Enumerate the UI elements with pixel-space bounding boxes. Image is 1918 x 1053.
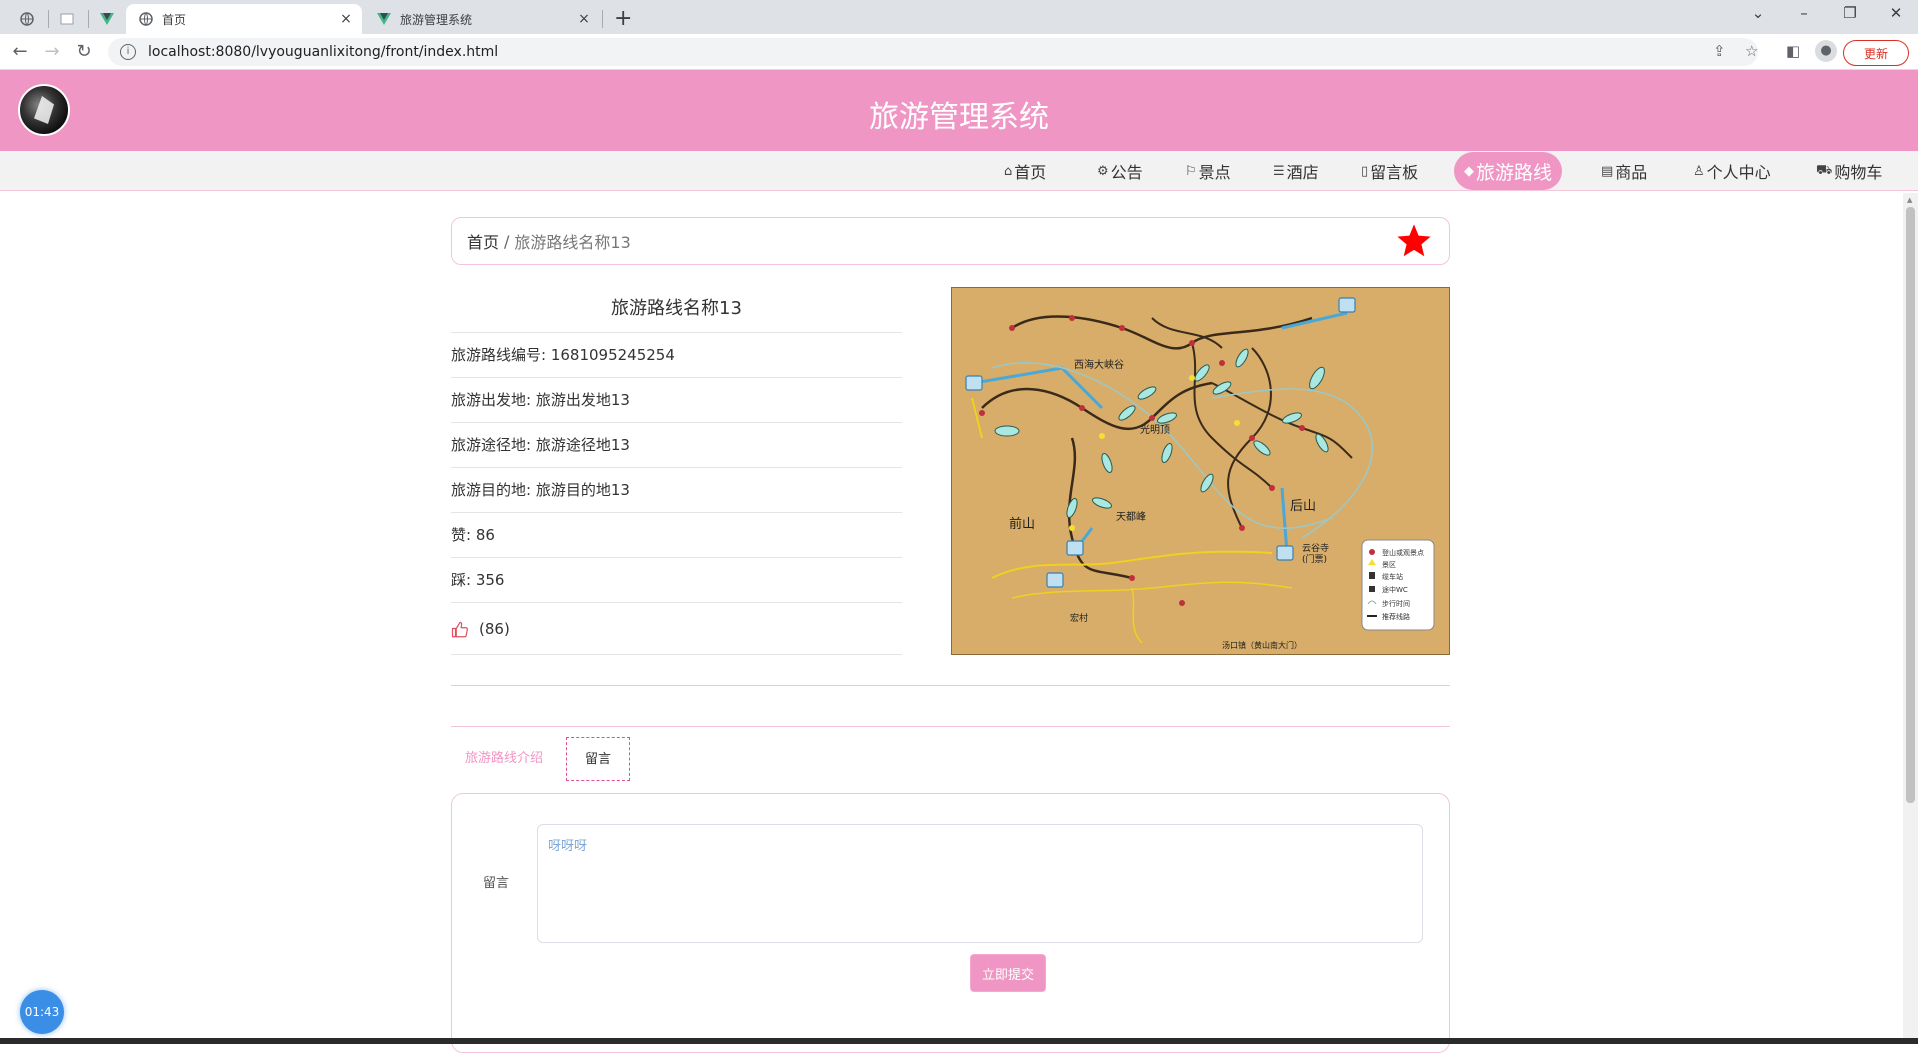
nav-item-scenic[interactable]: ⚐ 景点: [1185, 151, 1231, 191]
submit-button[interactable]: 立即提交: [970, 954, 1046, 992]
restore-icon[interactable]: ❐: [1830, 4, 1870, 22]
vue-icon: [376, 11, 392, 27]
thumbs-up-icon[interactable]: [451, 621, 469, 639]
reload-icon[interactable]: ↻: [72, 40, 96, 64]
info-icon[interactable]: i: [120, 44, 136, 60]
detail-row-dislikes: 踩: 356: [451, 558, 902, 603]
browser-toolbar: ← → ↻ i localhost:8080/lvyouguanlixitong…: [0, 34, 1918, 70]
breadcrumb-current: 旅游路线名称13: [514, 233, 631, 252]
document-icon: ▤: [1601, 163, 1614, 179]
detail-row-likes: 赞: 86: [451, 513, 902, 558]
route-name: 旅游路线名称13: [451, 287, 902, 333]
profile-icon[interactable]: ●: [1815, 40, 1837, 62]
nav-item-goods[interactable]: ▤ 商品: [1601, 151, 1647, 191]
floating-clock-badge[interactable]: 01:43: [20, 990, 64, 1034]
legend-item: 缆车站: [1382, 572, 1403, 581]
map-label-front-mountain: 前山: [1009, 516, 1035, 532]
vue-icon: [99, 11, 115, 27]
message-textarea[interactable]: 呀呀呀: [537, 824, 1423, 943]
nav-item-cart[interactable]: ⛟ 购物车: [1816, 151, 1882, 191]
site-header: 旅游管理系统: [0, 70, 1918, 151]
url-text: localhost:8080/lvyouguanlixitong/front/i…: [148, 44, 499, 60]
map-label-hongcun: 宏村: [1070, 612, 1088, 624]
legend-item: 景区: [1382, 561, 1396, 569]
site-title: 旅游管理系统: [869, 100, 1049, 135]
main-nav: ⌂ 首页 ⚙ 公告 ⚐ 景点 ☰ 酒店 ▯ 留言板 ◆ 旅游路线 ▤ 商品 ♙ 个人中心 ⛟ 购物…: [0, 151, 1918, 191]
nav-item-travel-route[interactable]: ◆ 旅游路线: [1454, 152, 1563, 190]
nav-item-message-board[interactable]: ▯ 留言板: [1361, 151, 1418, 191]
cart-icon: ⛟: [1816, 162, 1833, 178]
browser-tab[interactable]: [88, 4, 126, 34]
detail-row-destination: 旅游目的地: 旅游目的地13: [451, 468, 902, 513]
tab-search-icon[interactable]: ⌄: [1738, 4, 1778, 22]
map-label-tiandu: 天都峰: [1116, 511, 1146, 523]
graduation-cap-icon: ◆: [1464, 163, 1474, 179]
taskbar-edge: [0, 1038, 1918, 1044]
detail-row-route-id: 旅游路线编号: 1681095245254: [451, 333, 902, 378]
page-scrollbar[interactable]: ▲: [1903, 193, 1918, 1044]
tab-route-intro[interactable]: 旅游路线介绍: [465, 737, 543, 781]
breadcrumb-separator: /: [504, 231, 510, 251]
nav-item-user-center[interactable]: ♙ 个人中心: [1693, 151, 1771, 191]
book-icon: ▯: [1361, 163, 1369, 179]
nav-item-home[interactable]: ⌂ 首页: [1004, 151, 1046, 191]
legend-item: 途中WC: [1382, 585, 1408, 594]
blank-page-icon: [59, 11, 75, 27]
route-detail: 旅游路线名称13 旅游路线编号: 1681095245254 旅游出发地: 旅游…: [451, 287, 902, 655]
map-label-yungu: 云谷寺: [1302, 543, 1329, 554]
detail-row-departure: 旅游出发地: 旅游出发地13: [451, 378, 902, 423]
map-legend: 登山或观景点 景区 缆车站 途中WC 步行时间 推荐线路: [1361, 539, 1435, 631]
map-label-back-mountain: 后山: [1290, 499, 1316, 514]
browser-tab[interactable]: [48, 4, 86, 34]
close-icon[interactable]: ×: [338, 11, 354, 27]
divider: [451, 685, 1450, 686]
like-row: (86): [451, 603, 902, 655]
browser-tab[interactable]: [8, 4, 46, 34]
share-icon[interactable]: ⇪: [1713, 42, 1726, 60]
scroll-up-icon[interactable]: ▲: [1907, 196, 1912, 204]
map-label-tangkou: 汤口镇（黄山南大门）: [1222, 640, 1302, 650]
route-map-image: 西海大峡谷 光明顶 天都峰 前山 后山 云谷寺 (门票) 宏村 汤口镇（黄山南大…: [951, 287, 1450, 655]
message-label: 留言: [483, 876, 510, 891]
sliders-icon: ☰: [1273, 163, 1285, 179]
flag-icon: ⚐: [1185, 163, 1197, 179]
map-label-yungu-gate: (门票): [1302, 553, 1327, 565]
new-tab-icon[interactable]: +: [614, 6, 632, 31]
address-bar[interactable]: i localhost:8080/lvyouguanlixitong/front…: [108, 38, 1758, 66]
scrollbar-thumb[interactable]: [1906, 207, 1915, 803]
user-icon: ♙: [1693, 163, 1705, 179]
message-form: 留言 呀呀呀 立即提交: [451, 793, 1450, 1053]
legend-item: 推荐线路: [1382, 612, 1410, 621]
bookmark-star-icon[interactable]: ☆: [1745, 42, 1758, 60]
home-icon: ⌂: [1004, 163, 1013, 179]
globe-icon: [19, 11, 35, 27]
nav-item-notice[interactable]: ⚙ 公告: [1097, 151, 1143, 191]
nav-item-hotel[interactable]: ☰ 酒店: [1273, 151, 1319, 191]
back-icon[interactable]: ←: [8, 40, 32, 64]
gear-icon: ⚙: [1097, 163, 1109, 179]
browser-tab-app[interactable]: 旅游管理系统 ×: [364, 4, 600, 34]
window-close-icon[interactable]: ✕: [1876, 4, 1916, 22]
favorite-star-icon[interactable]: [1395, 222, 1433, 260]
side-panel-icon[interactable]: ◧: [1786, 42, 1800, 60]
update-button[interactable]: 更新: [1843, 40, 1909, 66]
divider: [451, 726, 1450, 727]
detail-row-waypoint: 旅游途径地: 旅游途径地13: [451, 423, 902, 468]
browser-tab-title: 首页: [162, 12, 187, 27]
close-icon[interactable]: ×: [576, 11, 592, 27]
breadcrumb-home[interactable]: 首页: [467, 229, 499, 253]
browser-tab-strip: 首页 × 旅游管理系统 × + ⌄ – ❐ ✕: [0, 0, 1918, 34]
map-label-west-canyon: 西海大峡谷: [1074, 358, 1124, 371]
tab-message[interactable]: 留言: [566, 737, 630, 781]
browser-tab-title: 旅游管理系统: [400, 12, 473, 27]
legend-item: 步行时间: [1382, 599, 1410, 608]
browser-tab-home[interactable]: 首页 ×: [126, 4, 362, 34]
map-label-guangming: 光明顶: [1140, 423, 1170, 436]
forward-icon[interactable]: →: [40, 40, 64, 64]
minimize-icon[interactable]: –: [1784, 4, 1824, 22]
like-count: (86): [479, 620, 510, 638]
globe-icon: [138, 11, 154, 27]
legend-item: 登山或观景点: [1382, 548, 1424, 557]
breadcrumb: 首页 / 旅游路线名称13: [451, 217, 1450, 265]
